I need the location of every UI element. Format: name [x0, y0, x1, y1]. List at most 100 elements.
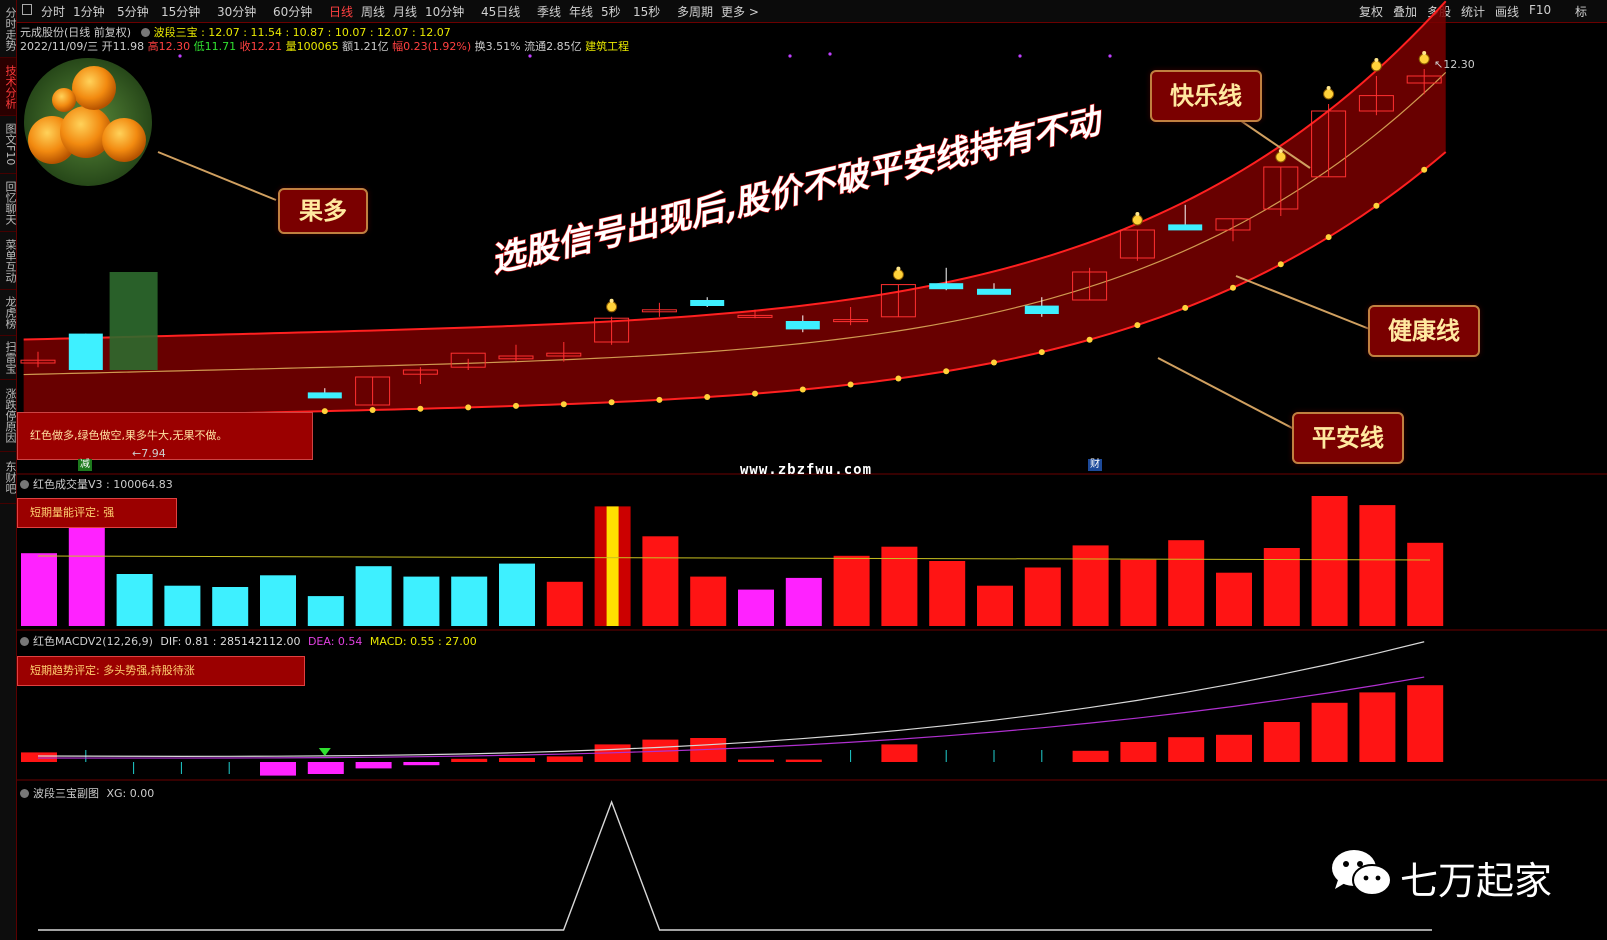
macd-eval-box: 短期趋势评定: 多头势强,持股待涨 [17, 656, 305, 686]
macd-toggle-icon[interactable] [20, 637, 29, 646]
volume-bar [355, 566, 392, 626]
volume-bar [21, 553, 57, 626]
signal-dot [828, 52, 832, 56]
xg-title: 波段三宝副图 [33, 787, 99, 800]
volume-eval-text: 短期量能评定: 强 [30, 506, 115, 519]
macd-bar [1120, 742, 1157, 762]
pingan-dot [847, 381, 854, 388]
volume-bar [738, 589, 774, 626]
macd-dea: DEA: 0.54 [307, 635, 363, 648]
volume-bar [977, 585, 1013, 626]
pingan-dot [1277, 261, 1284, 268]
fruit-marker-top [1135, 212, 1140, 216]
leader-pingan [1157, 357, 1297, 431]
macd-bar [1359, 692, 1396, 762]
volume-bar [499, 563, 535, 626]
pingan-dot [1038, 349, 1045, 356]
fruit-marker [1418, 53, 1430, 65]
macd-bar [738, 759, 774, 762]
callout-jiankang: 健康线 [1368, 305, 1480, 357]
macd-bar [1072, 750, 1109, 762]
pingan-dot [1325, 234, 1332, 241]
candle-body [307, 392, 342, 399]
candle-body [785, 321, 820, 330]
pingan-dot [608, 399, 615, 406]
fruit-marker [1275, 151, 1287, 163]
volume-bar [929, 561, 966, 626]
volume-bar [1311, 496, 1348, 626]
event-marker-right[interactable]: 财 [1088, 459, 1102, 471]
macd-bar [355, 762, 392, 769]
high-price-marker: ↖12.30 [1434, 58, 1475, 71]
candle-body [1024, 305, 1059, 314]
macd-dif: DIF: 0.81 : 285142112.00 [160, 635, 301, 648]
pingan-dot [1373, 202, 1380, 209]
volume-bar [642, 536, 679, 626]
event-marker-left[interactable]: 减 [78, 459, 92, 471]
fruit-marker-top [1326, 86, 1331, 90]
macd-macd: MACD: 0.55 : 27.00 [369, 635, 477, 648]
volume-bars-group [21, 496, 1444, 626]
xg-panel-title: 波段三宝副图 XG: 0.00 [20, 785, 154, 801]
xg-value: XG: 0.00 [106, 787, 155, 800]
legend-box: 红色做多,绿色做空,果多牛大,无果不做。 ←7.94 [17, 412, 313, 460]
macd-bar [1311, 702, 1348, 762]
xg-toggle-icon[interactable] [20, 789, 29, 798]
signal-dot [528, 54, 532, 58]
fruit-marker [1370, 60, 1382, 72]
volume-ma-line [37, 555, 1431, 561]
macd-bar [499, 758, 535, 762]
fruit-marker [892, 269, 904, 281]
signal-dot [788, 54, 792, 58]
fruit-marker-top [896, 266, 901, 271]
callout-kuaile: 快乐线 [1150, 70, 1262, 122]
volume-bar [451, 576, 488, 626]
fruit-marker [1131, 214, 1143, 226]
macd-bar [881, 744, 918, 762]
volume-bar [1168, 540, 1205, 626]
macd-title: 红色MACDV2(12,26,9) [33, 635, 153, 648]
pingan-dot [560, 401, 567, 408]
pingan-dot [895, 375, 902, 382]
volume-bar [116, 574, 153, 626]
pingan-dot [321, 408, 328, 415]
volume-eval-box: 短期量能评定: 强 [17, 498, 177, 528]
fruit-marker-top [1374, 58, 1379, 62]
candle-body [109, 272, 158, 370]
pingan-dot [943, 368, 950, 375]
macd-bar [785, 759, 822, 762]
signal-dot [1018, 54, 1022, 58]
volume-bar [1072, 545, 1109, 626]
candle-body [929, 283, 964, 290]
watermark-url: www.zbzfwu.com [740, 462, 873, 478]
callout-guoduo: 果多 [278, 188, 368, 234]
pingan-dot [513, 402, 519, 409]
pingan-dot [1230, 284, 1236, 291]
volume-bar [212, 587, 249, 626]
main-annotation: 选股信号出现后,股价不破平安线持有不动 [487, 101, 1108, 281]
orange-fruit-image [24, 58, 152, 186]
wechat-icon [1332, 850, 1392, 896]
macd-cross-arrow [318, 748, 331, 756]
legend-text: 红色做多,绿色做空,果多牛大,无果不做。 [30, 429, 228, 442]
macd-eval-text: 短期趋势评定: 多头势强,持股待涨 [30, 664, 195, 677]
macd-bar [260, 762, 296, 776]
signal-dot [178, 54, 182, 58]
volume-bar [1024, 567, 1061, 626]
volume-toggle-icon[interactable] [20, 480, 29, 489]
pingan-dot [369, 406, 376, 413]
pingan-dot [1086, 336, 1093, 343]
fruit-marker [606, 301, 618, 313]
volume-bar [1216, 572, 1252, 626]
signal-dot [1108, 54, 1112, 58]
leader-guoduo [157, 151, 277, 201]
candle-body [68, 333, 103, 370]
volume-bar [546, 581, 583, 626]
fruit-marker-top [609, 298, 614, 303]
xg-line [38, 800, 1432, 931]
candle-body [690, 300, 725, 306]
leader-jiankang [1235, 275, 1373, 331]
pingan-dot [1134, 322, 1141, 329]
volume-bar [1120, 559, 1157, 626]
brand-name: 七万起家 [1400, 859, 1553, 903]
